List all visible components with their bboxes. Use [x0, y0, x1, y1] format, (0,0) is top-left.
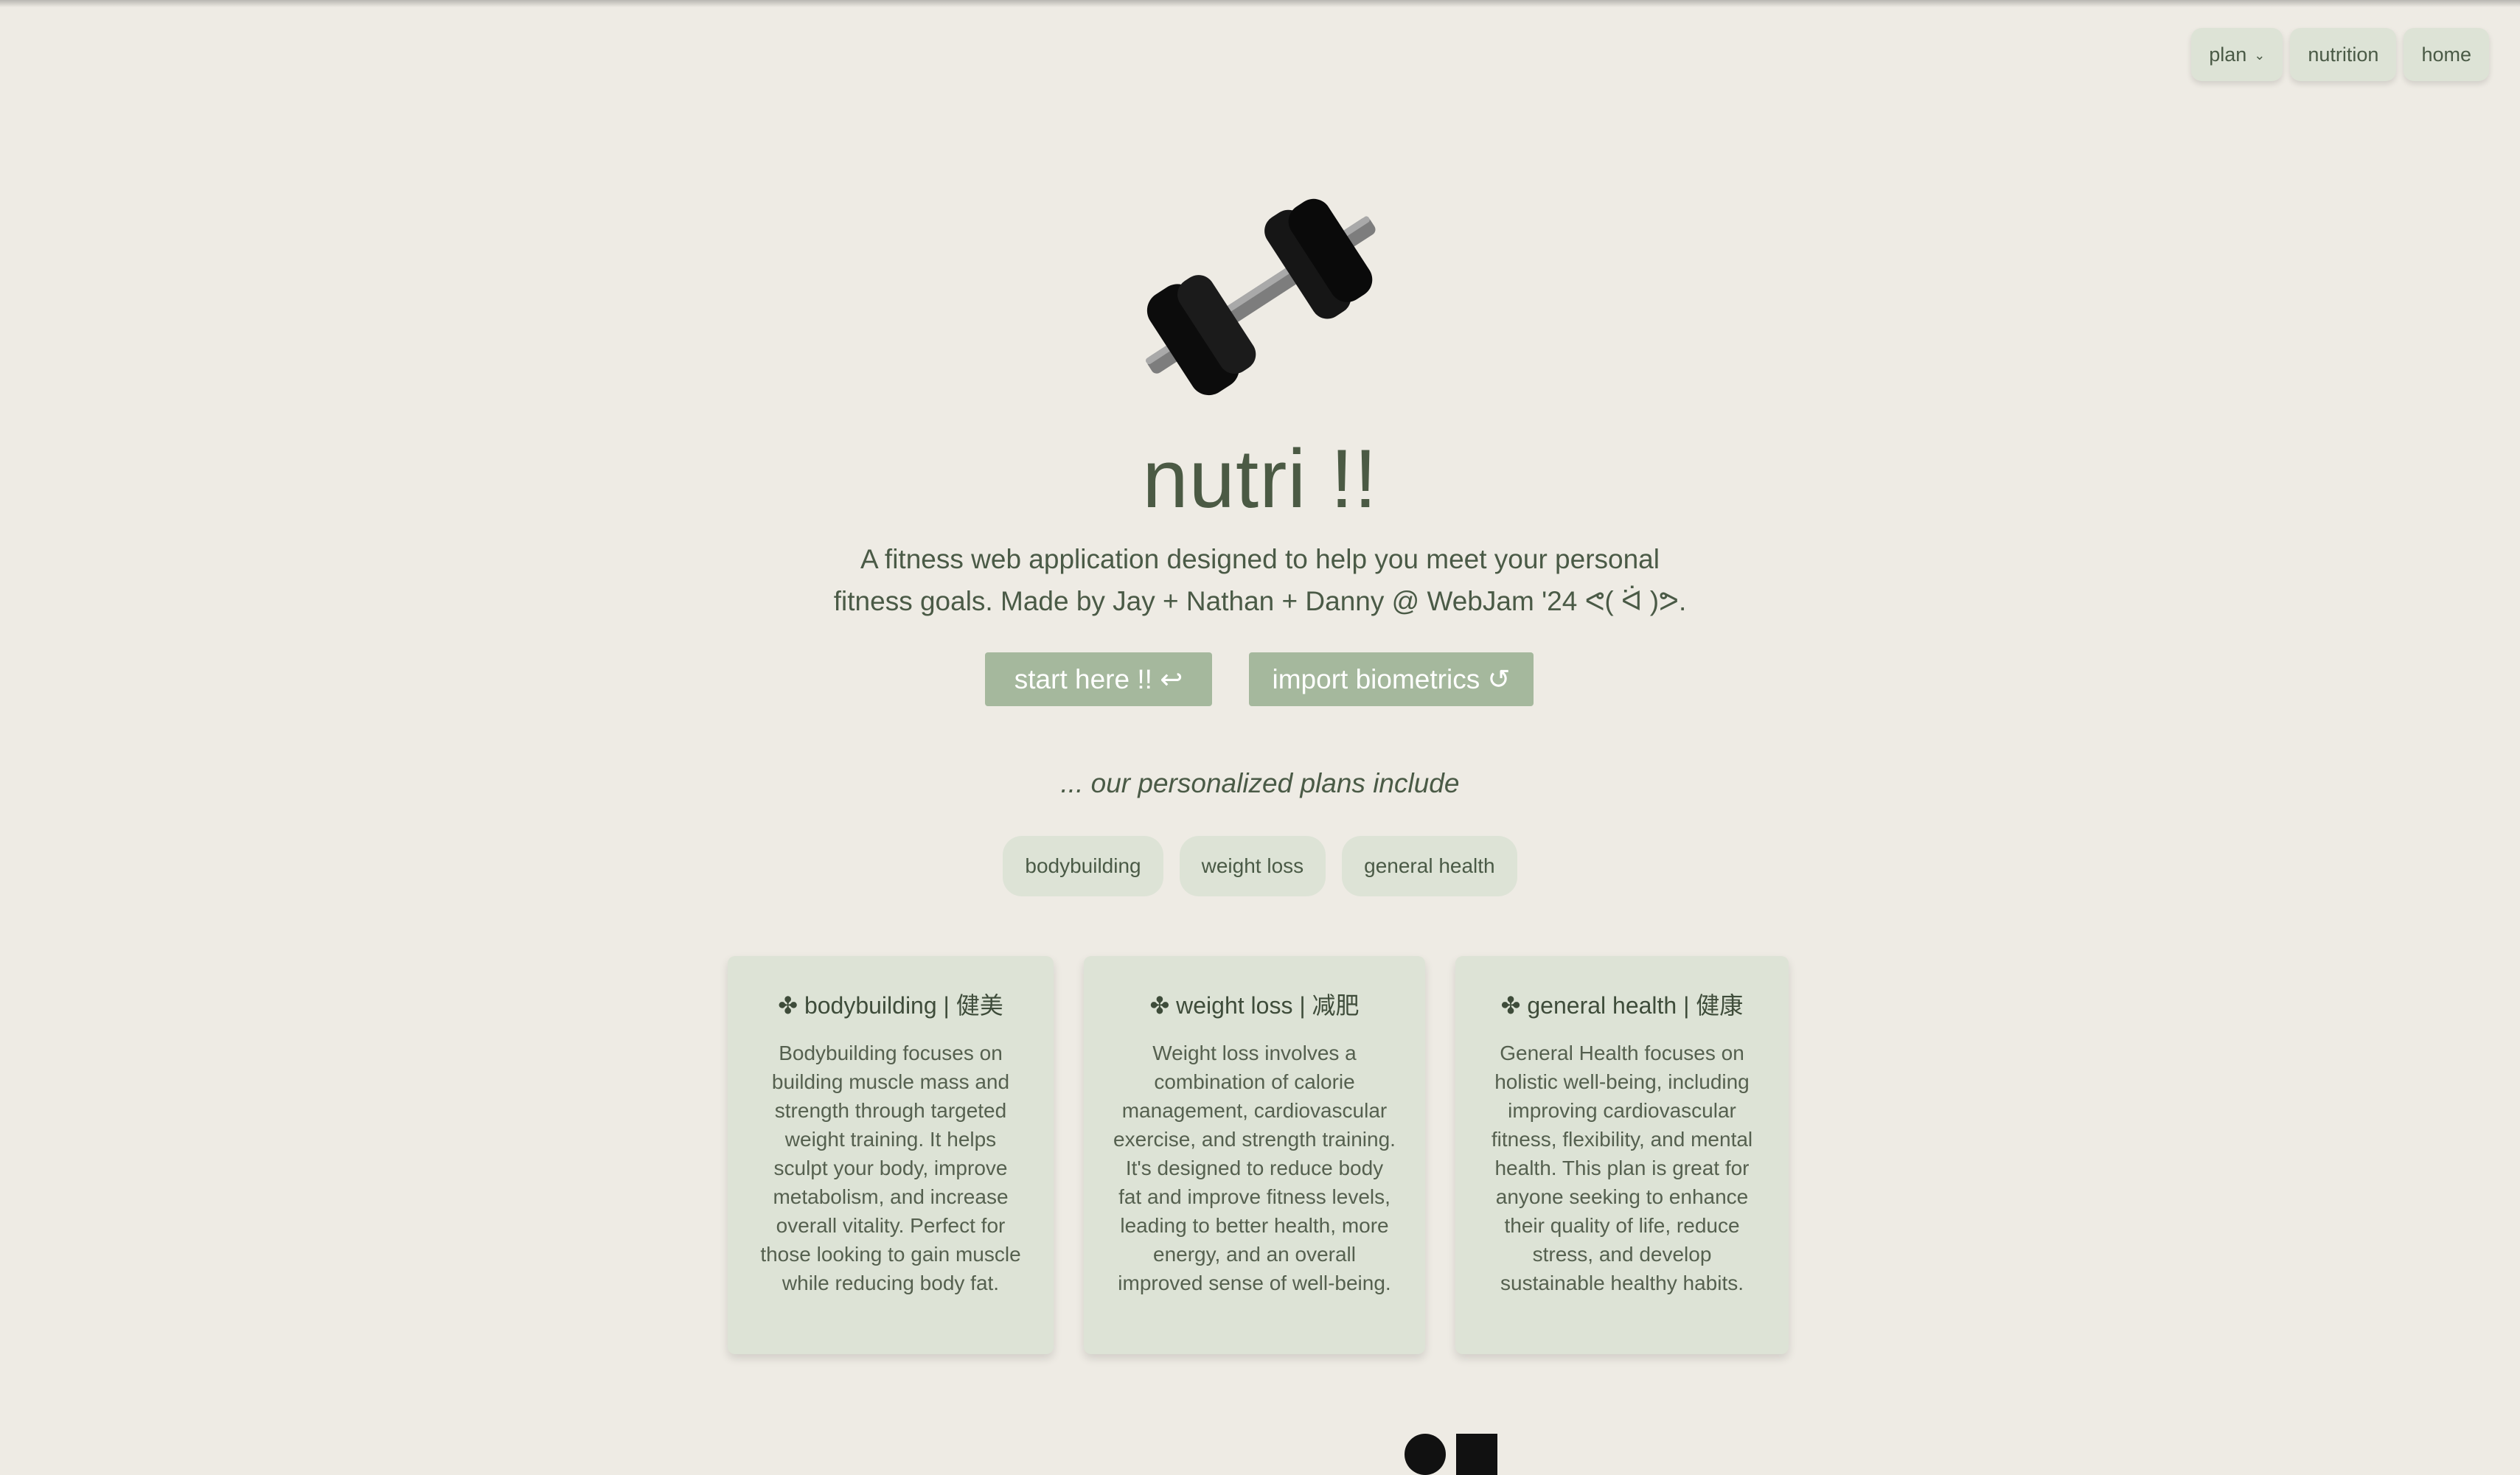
chevron-down-icon: ⌄ [2254, 47, 2266, 63]
decorative-shape [1456, 1434, 1497, 1475]
card-body: Bodybuilding focuses on building muscle … [760, 1042, 1021, 1294]
plan-card-weight-loss: ✤ weight loss | 减肥 Weight loss involves … [1084, 956, 1425, 1354]
chip-weight-loss[interactable]: weight loss [1179, 836, 1326, 896]
app-description: A fitness web application designed to he… [818, 538, 1702, 622]
card-body: General Health focuses on holistic well-… [1491, 1042, 1753, 1294]
next-section-peek [1405, 1434, 1497, 1475]
plan-card-general-health: ✤ general health | 健康 General Health foc… [1455, 956, 1789, 1354]
nutrition-button[interactable]: nutrition [2290, 28, 2397, 81]
top-shadow [0, 0, 2520, 7]
plan-chips: bodybuilding weight loss general health [0, 836, 2520, 896]
import-biometrics-button[interactable]: import biometrics ↺ [1249, 652, 1534, 706]
home-label: home [2421, 43, 2471, 66]
plan-label: plan [2209, 43, 2247, 66]
chip-general-health[interactable]: general health [1342, 836, 1517, 896]
decorative-shape [1405, 1434, 1446, 1475]
app-title: nutri !! [1142, 433, 1378, 525]
card-title: ✤ general health | 健康 [1500, 992, 1744, 1019]
nutrition-label: nutrition [2308, 43, 2379, 66]
home-button[interactable]: home [2404, 28, 2489, 81]
card-body: Weight loss involves a combination of ca… [1113, 1042, 1396, 1294]
card-title: ✤ weight loss | 减肥 [1149, 992, 1360, 1019]
description-line: A fitness web application designed to he… [860, 544, 1660, 574]
card-title: ✤ bodybuilding | 健美 [778, 992, 1003, 1019]
description-line: fitness goals. Made by Jay + Nathan + Da… [833, 586, 1687, 616]
plans-subtitle: ... our personalized plans include [1060, 768, 1460, 798]
top-nav: plan ⌄ nutrition home [2191, 28, 2489, 81]
chip-bodybuilding[interactable]: bodybuilding [1003, 836, 1163, 896]
plan-card-bodybuilding: ✤ bodybuilding | 健美 Bodybuilding focuses… [728, 956, 1054, 1354]
plan-dropdown-button[interactable]: plan ⌄ [2191, 28, 2283, 81]
dumbbell-icon [1146, 198, 1376, 396]
start-here-button[interactable]: start here !! ↩ [985, 652, 1212, 706]
